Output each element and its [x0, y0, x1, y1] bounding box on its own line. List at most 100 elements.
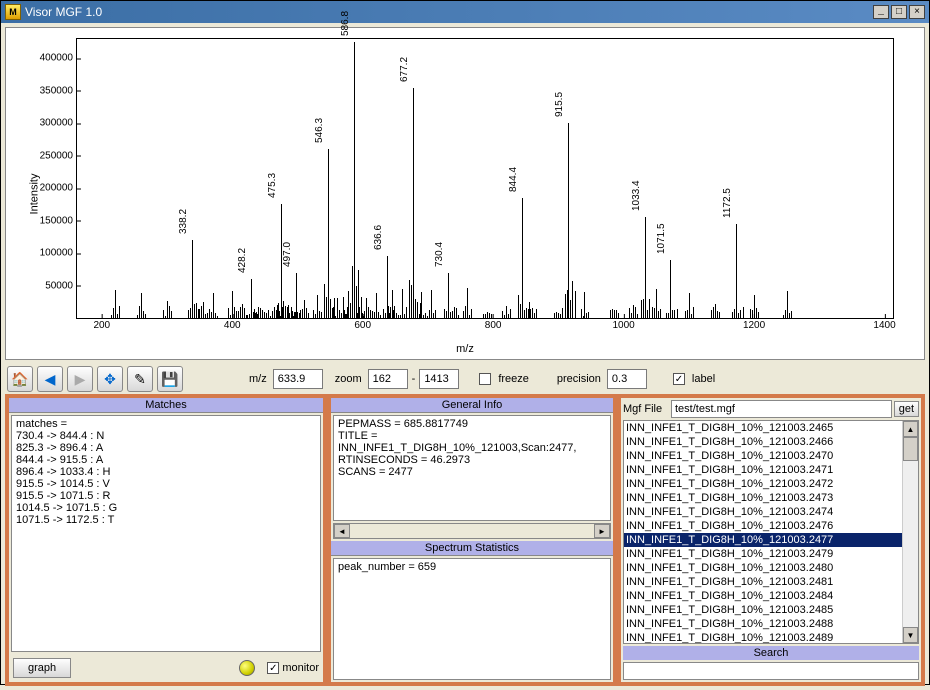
peak-label: 475.3 — [267, 173, 278, 198]
x-tick: 1400 — [873, 318, 895, 331]
info-panel: General Info PEPMASS = 685.8817749 TITLE… — [327, 394, 617, 686]
freeze-checkbox[interactable] — [479, 373, 491, 385]
graph-button[interactable]: graph — [13, 658, 71, 678]
list-item[interactable]: INN_INFE1_T_DIG8H_10%_121003.2489 — [624, 631, 918, 644]
list-item[interactable]: INN_INFE1_T_DIG8H_10%_121003.2485 — [624, 603, 918, 617]
list-item[interactable]: INN_INFE1_T_DIG8H_10%_121003.2474 — [624, 505, 918, 519]
matches-panel: Matches matches = 730.4 -> 844.4 : N 825… — [5, 394, 327, 686]
mgf-file-input[interactable] — [671, 400, 892, 418]
general-info-title: General Info — [331, 398, 613, 413]
list-item[interactable]: INN_INFE1_T_DIG8H_10%_121003.2477 — [624, 533, 918, 547]
y-tick: 400000 — [40, 53, 77, 64]
minimize-button[interactable]: _ — [873, 5, 889, 19]
search-input[interactable] — [623, 662, 919, 680]
title-bar: M Visor MGF 1.0 _ □ × — [1, 1, 929, 23]
scroll-thumb[interactable] — [903, 437, 918, 461]
general-hscrollbar[interactable]: ◄ ► — [333, 523, 611, 539]
peak-label: 428.2 — [237, 248, 248, 273]
peak — [328, 149, 329, 318]
peak — [354, 42, 355, 318]
monitor-checkbox[interactable]: ✓ — [267, 662, 279, 674]
list-vscrollbar[interactable]: ▲ ▼ — [902, 421, 918, 643]
maximize-button[interactable]: □ — [891, 5, 907, 19]
edit-button[interactable]: ✎ — [127, 366, 153, 392]
peak-label: 677.2 — [399, 57, 410, 82]
mz-label: m/z — [249, 373, 267, 385]
scroll-down-icon[interactable]: ▼ — [903, 627, 918, 643]
window-title: Visor MGF 1.0 — [25, 5, 871, 19]
app-icon: M — [5, 4, 21, 20]
x-tick: 600 — [354, 318, 371, 331]
peak-label: 915.5 — [554, 92, 565, 117]
monitor-label: monitor — [282, 662, 319, 674]
x-tick: 200 — [93, 318, 110, 331]
scroll-left-icon[interactable]: ◄ — [334, 524, 350, 538]
file-panel: Mgf File get INN_INFE1_T_DIG8H_10%_12100… — [617, 394, 925, 686]
label-checkbox[interactable]: ✓ — [673, 373, 685, 385]
list-item[interactable]: INN_INFE1_T_DIG8H_10%_121003.2473 — [624, 491, 918, 505]
peak-label: 586.8 — [340, 11, 351, 36]
peak-label: 636.6 — [373, 225, 384, 250]
peak — [670, 260, 671, 318]
peak-label: 497.0 — [282, 242, 293, 267]
peak-label: 1033.4 — [631, 181, 642, 212]
forward-button[interactable]: ▶ — [67, 366, 93, 392]
peak-label: 730.4 — [434, 242, 445, 267]
y-tick: 150000 — [40, 215, 77, 226]
peak — [645, 217, 646, 318]
list-item[interactable]: INN_INFE1_T_DIG8H_10%_121003.2481 — [624, 575, 918, 589]
close-button[interactable]: × — [909, 5, 925, 19]
list-item[interactable]: INN_INFE1_T_DIG8H_10%_121003.2479 — [624, 547, 918, 561]
list-item[interactable]: INN_INFE1_T_DIG8H_10%_121003.2476 — [624, 519, 918, 533]
chart-toolbar: 🏠 ◀ ▶ ✥ ✎ 💾 m/z zoom - freeze precision … — [1, 364, 929, 394]
peak — [413, 88, 414, 318]
x-tick: 800 — [485, 318, 502, 331]
list-item[interactable]: INN_INFE1_T_DIG8H_10%_121003.2484 — [624, 589, 918, 603]
y-tick: 350000 — [40, 85, 77, 96]
zoom-label: zoom — [335, 373, 362, 385]
freeze-label: freeze — [498, 373, 529, 385]
peak — [522, 198, 523, 318]
scroll-up-icon[interactable]: ▲ — [903, 421, 918, 437]
general-info-text[interactable]: PEPMASS = 685.8817749 TITLE = INN_INFE1_… — [333, 415, 611, 521]
y-tick: 300000 — [40, 118, 77, 129]
matches-title: Matches — [9, 398, 323, 413]
mgf-file-label: Mgf File — [623, 403, 669, 415]
peak — [736, 224, 737, 318]
home-button[interactable]: 🏠 — [7, 366, 33, 392]
x-tick: 1000 — [612, 318, 634, 331]
list-item[interactable]: INN_INFE1_T_DIG8H_10%_121003.2470 — [624, 449, 918, 463]
peak — [568, 123, 569, 318]
y-tick: 100000 — [40, 248, 77, 259]
matches-text[interactable]: matches = 730.4 -> 844.4 : N 825.3 -> 89… — [11, 415, 321, 652]
label-label: label — [692, 373, 715, 385]
x-axis-label: m/z — [456, 343, 474, 355]
scroll-right-icon[interactable]: ► — [594, 524, 610, 538]
spectrum-list[interactable]: INN_INFE1_T_DIG8H_10%_121003.2465INN_INF… — [623, 420, 919, 644]
peak — [448, 273, 449, 318]
zoom-to-input[interactable] — [419, 369, 459, 389]
y-tick: 50000 — [45, 280, 77, 291]
precision-label: precision — [557, 373, 601, 385]
y-tick: 250000 — [40, 150, 77, 161]
list-item[interactable]: INN_INFE1_T_DIG8H_10%_121003.2465 — [624, 421, 918, 435]
list-item[interactable]: INN_INFE1_T_DIG8H_10%_121003.2472 — [624, 477, 918, 491]
get-button[interactable]: get — [894, 401, 919, 417]
zoom-dash: - — [412, 373, 416, 385]
save-button[interactable]: 💾 — [157, 366, 183, 392]
back-button[interactable]: ◀ — [37, 366, 63, 392]
list-item[interactable]: INN_INFE1_T_DIG8H_10%_121003.2480 — [624, 561, 918, 575]
pan-button[interactable]: ✥ — [97, 366, 123, 392]
x-tick: 400 — [224, 318, 241, 331]
spectrum-chart[interactable]: Intensity m/z 50000100000150000200000250… — [5, 27, 925, 360]
list-item[interactable]: INN_INFE1_T_DIG8H_10%_121003.2471 — [624, 463, 918, 477]
precision-input[interactable] — [607, 369, 647, 389]
list-item[interactable]: INN_INFE1_T_DIG8H_10%_121003.2488 — [624, 617, 918, 631]
zoom-from-input[interactable] — [368, 369, 408, 389]
list-item[interactable]: INN_INFE1_T_DIG8H_10%_121003.2466 — [624, 435, 918, 449]
x-tick: 1200 — [743, 318, 765, 331]
spectrum-stats-text[interactable]: peak_number = 659 — [333, 558, 611, 680]
monitor-led-icon — [239, 660, 255, 676]
mz-input[interactable] — [273, 369, 323, 389]
lower-panels: Matches matches = 730.4 -> 844.4 : N 825… — [1, 394, 929, 690]
